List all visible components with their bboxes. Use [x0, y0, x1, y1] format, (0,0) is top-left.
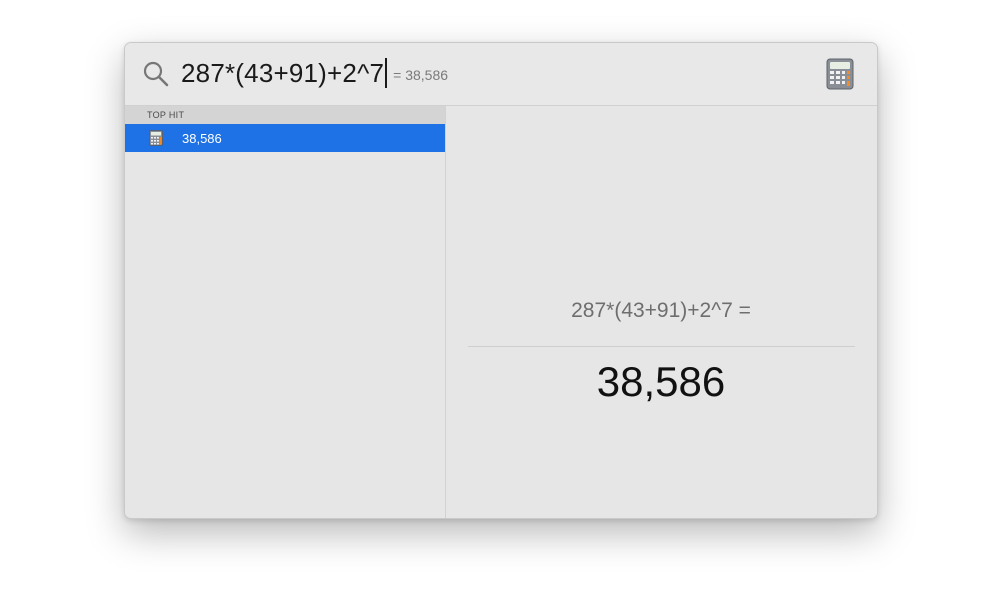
- search-query-text[interactable]: 287*(43+91)+2^7: [181, 58, 384, 89]
- search-icon: [143, 61, 169, 87]
- preview-expression: 287*(43+91)+2^7 =: [571, 299, 751, 322]
- result-row-top-hit[interactable]: 38,586: [125, 124, 445, 152]
- preview-pane: 287*(43+91)+2^7 = 38,586: [446, 106, 877, 518]
- inline-result: = 38,586: [393, 67, 449, 83]
- calculator-icon: [149, 130, 163, 146]
- text-caret: [385, 58, 388, 88]
- section-header-top-hit: TOP HIT: [125, 106, 445, 124]
- search-bar[interactable]: 287*(43+91)+2^7 = 38,586: [125, 43, 877, 106]
- spotlight-window: 287*(43+91)+2^7 = 38,586 TOP HIT 38,586 …: [124, 42, 878, 519]
- preview-answer: 38,586: [596, 358, 726, 405]
- search-input[interactable]: 287*(43+91)+2^7 = 38,586: [181, 55, 448, 91]
- calculator-icon: [826, 58, 854, 90]
- results-list: TOP HIT 38,586: [125, 106, 446, 518]
- preview-divider: [468, 346, 855, 347]
- result-row-label: 38,586: [182, 130, 222, 146]
